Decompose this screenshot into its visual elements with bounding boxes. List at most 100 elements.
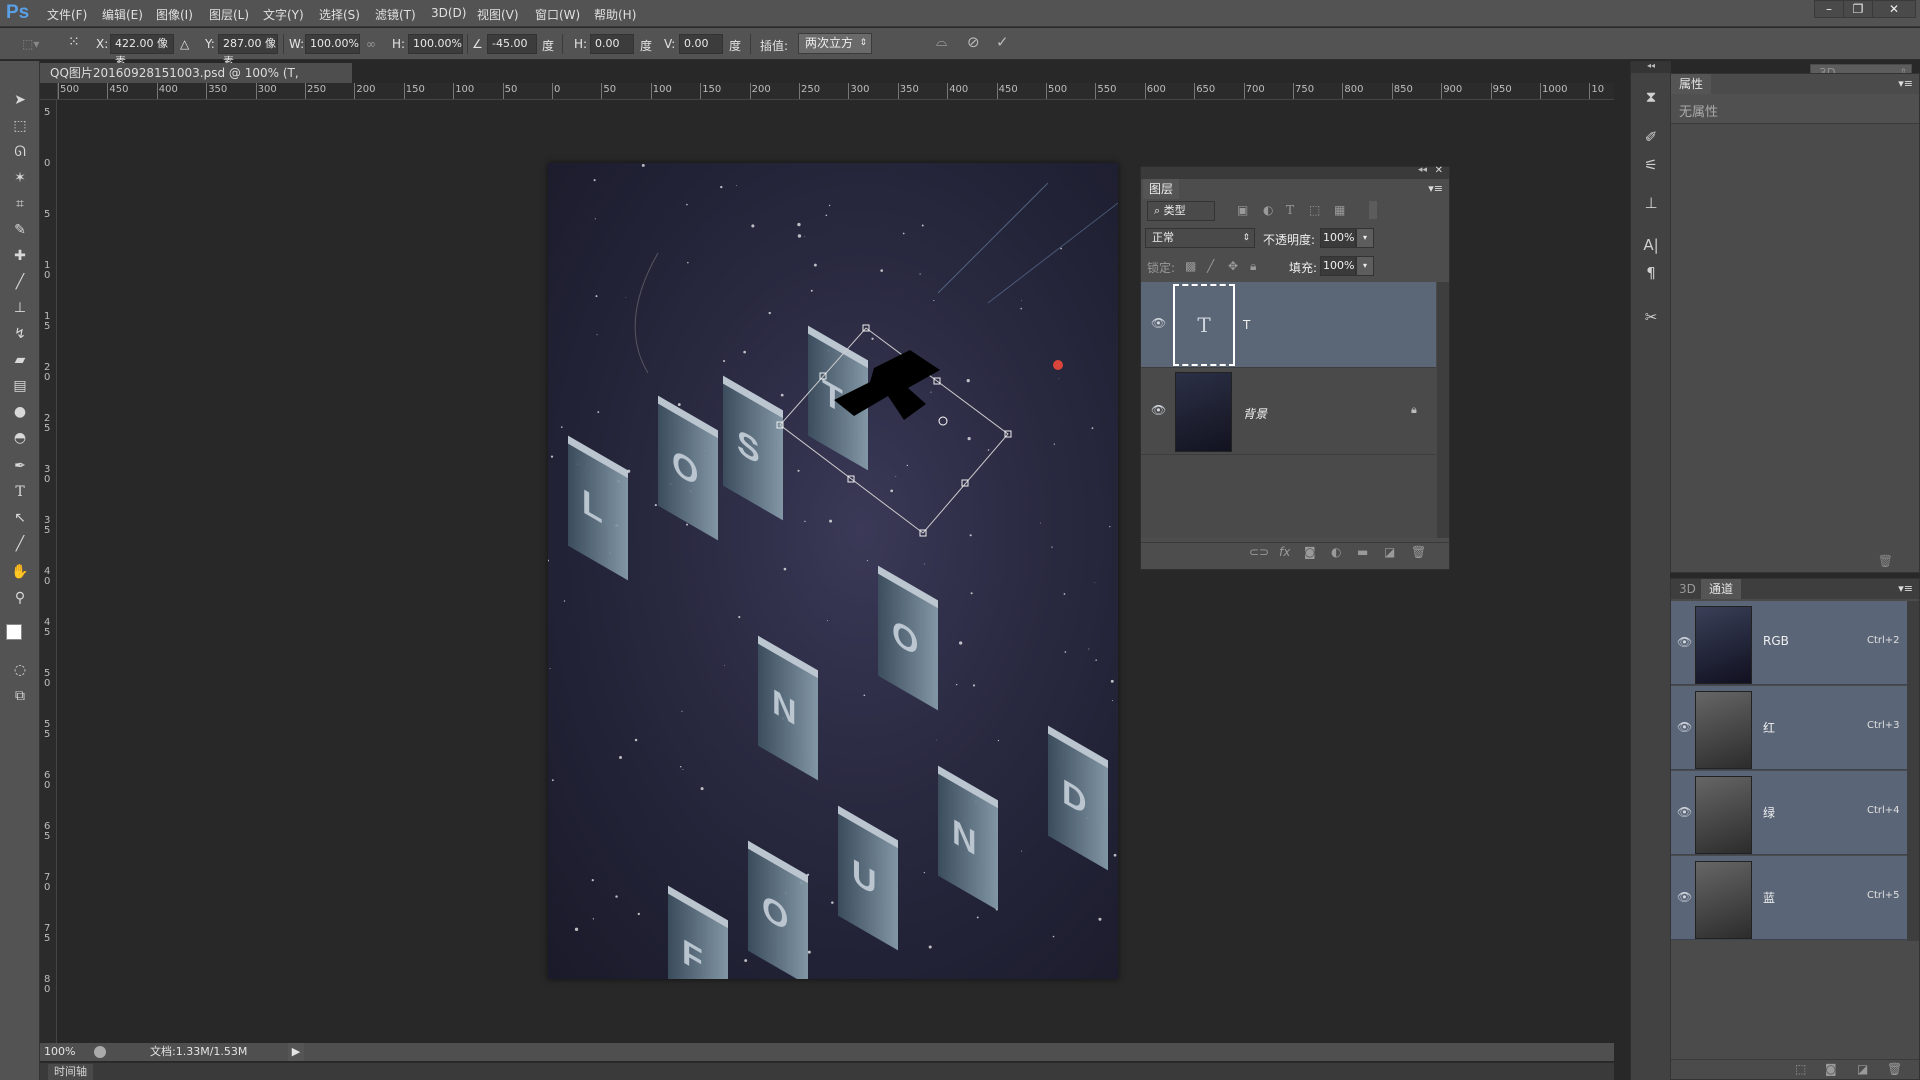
panel-titlebar[interactable]: ◂◂ ✕ <box>1141 165 1449 179</box>
layers-tab[interactable]: 图层 <box>1143 179 1180 199</box>
layer-name[interactable]: 背景 <box>1243 405 1267 422</box>
lock-position-icon[interactable]: ✥ <box>1228 259 1238 273</box>
path-selection-tool-icon[interactable]: ↖ <box>8 507 32 529</box>
fill-field[interactable]: 100% <box>1320 256 1356 276</box>
eraser-tool-icon[interactable]: ▰ <box>8 349 32 371</box>
restore-button[interactable]: ❐ <box>1843 0 1873 18</box>
clone-source-icon[interactable]: ⊥ <box>1639 191 1663 215</box>
adjustment-layer-icon[interactable]: ◐ <box>1331 545 1341 559</box>
hskew-field[interactable]: 0.00 <box>590 34 634 54</box>
menu-image[interactable]: 图像(I) <box>156 6 193 23</box>
foreground-color-swatch[interactable] <box>6 624 22 640</box>
layer-scrollbar[interactable] <box>1437 282 1449 538</box>
artwork-canvas[interactable]: LOSTNOFOUND <box>548 163 1118 979</box>
commit-transform-icon[interactable]: ✓ <box>996 33 1009 51</box>
timeline-tab[interactable]: 时间轴 <box>48 1064 93 1080</box>
screen-mode-icon[interactable]: ⧉ <box>8 685 32 707</box>
filter-adjustment-icon[interactable]: ◐ <box>1263 203 1273 217</box>
menu-file[interactable]: 文件(F) <box>47 6 87 23</box>
status-menu-icon[interactable] <box>94 1046 106 1058</box>
crop-tool-icon[interactable]: ⌗ <box>8 193 32 215</box>
visibility-eye-icon[interactable]: 👁︎ <box>1677 720 1692 734</box>
brush-settings-icon[interactable]: ⚟ <box>1639 153 1663 177</box>
zoom-tool-icon[interactable]: ⚲ <box>8 587 32 609</box>
vskew-field[interactable]: 0.00 <box>679 34 723 54</box>
filter-toggle[interactable] <box>1369 201 1377 219</box>
status-arrow-icon[interactable]: ▶ <box>288 1043 304 1061</box>
quick-mask-icon[interactable]: ◌ <box>8 659 32 681</box>
channel-row-blue[interactable]: 👁︎ 蓝 Ctrl+5 <box>1671 856 1907 940</box>
properties-tab[interactable]: 属性 <box>1671 74 1712 94</box>
y-field[interactable]: 287.00 像素 <box>218 34 278 68</box>
transform-tool-icon[interactable]: ⬚▾ <box>22 37 39 51</box>
filter-type-icon[interactable]: T <box>1286 203 1294 217</box>
line-tool-icon[interactable]: ╱ <box>8 533 32 555</box>
lock-transparent-icon[interactable]: ▩ <box>1185 259 1196 273</box>
new-group-icon[interactable]: ▬ <box>1357 545 1368 559</box>
hand-tool-icon[interactable]: ✋ <box>8 561 32 583</box>
fx-icon[interactable]: fx <box>1279 545 1290 559</box>
type-tool-icon[interactable]: T <box>8 481 32 503</box>
menu-edit[interactable]: 编辑(E) <box>102 6 143 23</box>
menu-3d[interactable]: 3D(D) <box>431 6 466 20</box>
character-icon[interactable]: A| <box>1639 233 1663 257</box>
warp-mode-icon[interactable]: ⌓ <box>936 34 947 50</box>
filter-shape-icon[interactable]: ⬚ <box>1309 203 1320 217</box>
tab-3d[interactable]: 3D <box>1671 579 1704 599</box>
pen-tool-icon[interactable]: ✒ <box>8 455 32 477</box>
channel-row-red[interactable]: 👁︎ 红 Ctrl+3 <box>1671 686 1907 770</box>
zoom-level[interactable]: 100% <box>44 1043 75 1061</box>
selected-text-T[interactable] <box>834 350 940 420</box>
gradient-tool-icon[interactable]: ▤ <box>8 375 32 397</box>
height-field[interactable]: 100.00% <box>408 34 463 54</box>
panel-menu-icon[interactable]: ▾≡ <box>1898 77 1913 90</box>
menu-select[interactable]: 选择(S) <box>319 6 360 23</box>
layer-row-text[interactable]: 👁︎ T T <box>1141 282 1436 368</box>
magic-wand-tool-icon[interactable]: ✶ <box>8 167 32 189</box>
fill-dropdown[interactable]: ▾ <box>1356 256 1374 276</box>
new-layer-icon[interactable]: ◪ <box>1384 545 1395 559</box>
delete-channel-icon[interactable]: 🗑︎ <box>1887 1062 1902 1076</box>
collapse-icon[interactable]: ◂◂ <box>1418 165 1427 175</box>
menu-type[interactable]: 文字(Y) <box>263 6 304 23</box>
clone-stamp-tool-icon[interactable]: ⊥ <box>8 297 32 319</box>
dodge-tool-icon[interactable]: ◓ <box>8 427 32 449</box>
tool-presets-icon[interactable]: ✂ <box>1639 305 1663 329</box>
eyedropper-tool-icon[interactable]: ✎ <box>8 219 32 241</box>
blur-tool-icon[interactable]: ● <box>8 401 32 423</box>
link-icon[interactable]: ∞ <box>366 37 376 51</box>
history-brush-tool-icon[interactable]: ↯ <box>8 323 32 345</box>
close-window-button[interactable]: ✕ <box>1872 0 1916 18</box>
lasso-tool-icon[interactable]: ᘏ <box>8 141 32 163</box>
visibility-eye-icon[interactable]: 👁︎ <box>1677 890 1692 904</box>
filter-pixel-icon[interactable]: ▣ <box>1237 203 1248 217</box>
menu-filter[interactable]: 滤镜(T) <box>375 6 416 23</box>
blend-mode-select[interactable]: 正常 ⇕ <box>1145 228 1255 248</box>
angle-field[interactable]: -45.00 <box>487 34 537 54</box>
layer-row-background[interactable]: 👁︎ 背景 🔒︎ <box>1141 369 1436 455</box>
minimize-button[interactable]: – <box>1814 0 1844 18</box>
channel-row-green[interactable]: 👁︎ 绿 Ctrl+4 <box>1671 771 1907 855</box>
panel-menu-icon[interactable]: ▾≡ <box>1898 582 1913 595</box>
visibility-eye-icon[interactable]: 👁︎ <box>1677 635 1692 649</box>
load-selection-icon[interactable]: ⬚ <box>1795 1062 1806 1076</box>
tab-channels[interactable]: 通道 <box>1701 579 1742 599</box>
channel-scrollbar[interactable] <box>1907 601 1919 941</box>
paragraph-icon[interactable]: ¶ <box>1639 261 1663 285</box>
brush-presets-icon[interactable]: ✐ <box>1639 125 1663 149</box>
opacity-dropdown[interactable]: ▾ <box>1356 228 1374 248</box>
free-transform-box[interactable] <box>548 163 1118 979</box>
healing-brush-tool-icon[interactable]: ✚ <box>8 245 32 267</box>
link-layers-icon[interactable]: ⊂⊃ <box>1249 545 1269 559</box>
collapse-dock-icon[interactable]: ◂◂ <box>1631 61 1671 73</box>
delete-icon[interactable]: 🗑︎ <box>1878 554 1893 568</box>
layer-name[interactable]: T <box>1243 318 1250 332</box>
opacity-field[interactable]: 100% <box>1320 228 1356 248</box>
menu-view[interactable]: 视图(V) <box>477 6 519 23</box>
filter-kind-select[interactable]: ⌕ 类型 <box>1147 201 1215 221</box>
save-selection-icon[interactable]: ◙ <box>1825 1062 1837 1076</box>
cancel-transform-icon[interactable]: ⊘ <box>967 33 980 51</box>
add-mask-icon[interactable]: ◙ <box>1304 545 1316 559</box>
reference-point-icon[interactable] <box>938 416 948 426</box>
menu-layer[interactable]: 图层(L) <box>209 6 249 23</box>
